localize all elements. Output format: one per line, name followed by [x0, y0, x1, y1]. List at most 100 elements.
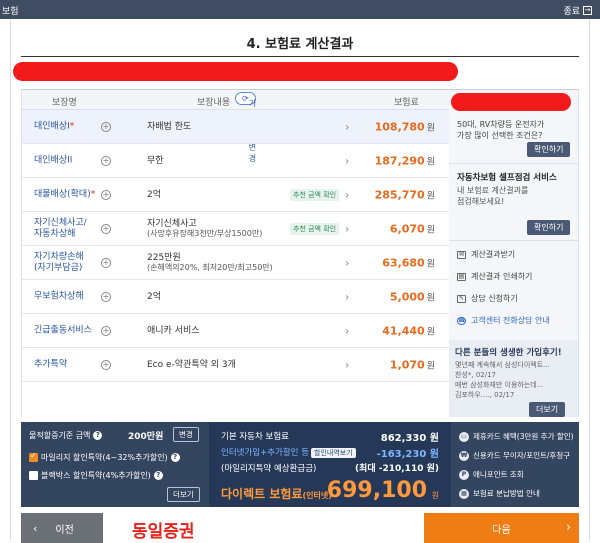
- discount-options: 물적할증기준 금액? 200만원 변경 마일리지 할인특약(4~32%추가할인)…: [21, 422, 209, 507]
- plus-circle-icon[interactable]: +: [101, 155, 111, 166]
- coverage-name: 자기신체사고/자동차상해: [34, 217, 87, 239]
- premium-amount: 1,070 원: [389, 358, 435, 371]
- coverage-detail: 자배법 한도: [147, 121, 192, 132]
- plus-circle-icon[interactable]: +: [101, 189, 111, 200]
- coverage-name: 추가특약: [34, 359, 68, 369]
- chevron-right-icon[interactable]: ›: [345, 120, 349, 133]
- confirm-self-check-button[interactable]: 확인하기: [527, 220, 571, 235]
- premium-breakdown: 기본 자동차 보험료 862,330 원 인터넷가입+추가할인 등 할인내역보기 …: [209, 422, 451, 507]
- coverage-name: 자기차량손해 (자기부담금): [34, 251, 84, 273]
- help-icon[interactable]: ?: [153, 471, 163, 480]
- chevron-right-icon[interactable]: ›: [345, 324, 349, 337]
- direct-premium-label: 다이렉트 보험료(인터넷): [221, 487, 332, 501]
- table-row[interactable]: 자기신체사고/자동차상해 + 자기신체사고 (사망후유장해3천만/부상1500만)…: [22, 212, 449, 246]
- mileage-change-button[interactable]: 변경: [173, 427, 199, 442]
- table-row[interactable]: 무보험차상해 + 2억 › 5,000 원: [22, 280, 449, 314]
- mileage-basis-label: 물적할증기준 금액?: [29, 430, 103, 441]
- coverage-name: 대물배상(확대)*: [34, 189, 96, 199]
- premium-amount: 6,070 원: [389, 222, 435, 235]
- help-icon[interactable]: ?: [170, 453, 180, 462]
- checkbox-checked[interactable]: [29, 451, 38, 462]
- coverage-table: 보장명 보장내용 ⟳ 가입금액 변경 보험료 대인배상I* + 자배법 한도 ›…: [21, 89, 449, 417]
- coverage-detail: Eco e-약관특약 외 3개: [147, 359, 236, 370]
- plus-circle-icon[interactable]: +: [101, 121, 111, 132]
- installment-icon: ▦: [459, 488, 469, 499]
- coverage-detail: 자기신체사고 (사망후유장해3천만/부상1500만): [147, 218, 263, 238]
- premium-summary: 물적할증기준 금액? 200만원 변경 마일리지 할인특약(4~32%추가할인)…: [21, 422, 579, 507]
- confirm-popular-button[interactable]: 확인하기: [527, 142, 571, 157]
- self-check-title: 자동차보험 셀프점검 서비스: [457, 173, 557, 183]
- chevron-left-icon: ‹: [33, 521, 38, 535]
- help-icon[interactable]: ?: [93, 431, 103, 440]
- direct-premium-unit: 원: [431, 491, 439, 500]
- credit-card-link[interactable]: ₩ 신용카드 무이자/포인트/후청구: [459, 450, 570, 461]
- title-divider: [21, 56, 579, 57]
- window-titlebar: 보험 종료 →: [0, 0, 600, 19]
- chevron-right-icon[interactable]: ›: [345, 188, 349, 201]
- installment-link[interactable]: ▦ 보험료 분납방법 안내: [459, 488, 540, 499]
- plus-circle-icon[interactable]: +: [101, 291, 111, 302]
- mileage-refund-value: (최대 -210,110 원): [354, 464, 439, 474]
- send-result-link[interactable]: ✉ 계산결과받기: [457, 249, 515, 260]
- base-premium-label: 기본 자동차 보험료: [221, 432, 289, 442]
- close-label: 종료: [563, 7, 580, 17]
- card-benefit-link[interactable]: ▭ 제휴카드 혜택(3만원 추가 할인): [459, 431, 574, 442]
- direct-premium-value: 699,100: [326, 478, 427, 503]
- base-premium-value: 862,330 원: [380, 433, 439, 444]
- self-check-text: 내 보험료 계산결과를 점검해보세요!: [457, 186, 529, 206]
- prev-label: 이전: [55, 524, 74, 536]
- plus-circle-icon[interactable]: +: [101, 223, 111, 234]
- mileage-basis-value: 200만원: [128, 432, 164, 442]
- header-name: 보장명: [52, 98, 77, 108]
- printer-icon: ▤: [457, 272, 466, 281]
- next-label: 다음: [492, 525, 511, 536]
- discount-detail-button[interactable]: 할인내역보기: [311, 448, 356, 458]
- plus-circle-icon[interactable]: +: [101, 325, 111, 336]
- coverage-detail: 무한: [147, 155, 164, 166]
- change-amount-button[interactable]: ⟳ 가입금액 변경: [235, 92, 256, 163]
- discount-value: -163,230 원: [376, 449, 439, 460]
- table-row[interactable]: 추가특약 + Eco e-약관특약 외 3개 › 1,070 원: [22, 348, 449, 382]
- recommend-amount-button[interactable]: 추천 금액 확인: [290, 222, 340, 235]
- table-row[interactable]: 대인배상II + 무한 › 187,290 원: [22, 144, 449, 178]
- table-row[interactable]: 대인배상I* + 자배법 한도 › 108,780 원: [22, 110, 449, 144]
- chevron-right-icon[interactable]: ›: [345, 256, 349, 269]
- chevron-right-icon[interactable]: ›: [345, 358, 349, 371]
- redaction-bar: [451, 93, 571, 111]
- print-result-link[interactable]: ▤ 계산결과 인쇄하기: [457, 271, 532, 282]
- side-panel: 50대, RV차량등 운전자가 가장 많이 선택한 조건은? 확인하기 자동차보험…: [449, 89, 579, 417]
- header-premium: 보험료: [394, 98, 419, 108]
- review-more-button[interactable]: 더보기: [529, 402, 566, 417]
- page-title: 4. 보험료 계산결과: [246, 37, 354, 52]
- mail-icon: ✉: [457, 250, 466, 259]
- point-icon: P: [459, 469, 469, 480]
- divider: [449, 240, 578, 241]
- mileage-discount-option[interactable]: 마일리지 할인특약(4~32%추가할인)?: [29, 451, 180, 463]
- table-row[interactable]: 긴급출동서비스 + 애니카 서비스 › 41,440 원: [22, 314, 449, 348]
- chevron-right-icon[interactable]: ›: [345, 222, 349, 235]
- prev-button[interactable]: ‹ 이전: [21, 513, 103, 543]
- edit-icon: ✎: [457, 294, 466, 303]
- blackbox-discount-option[interactable]: 블랙박스 할인특약(4%추가할인)?: [29, 470, 163, 481]
- table-row[interactable]: 대물배상(확대)* + 2억 추천 금액 확인 › 285,770 원: [22, 178, 449, 212]
- consult-request-link[interactable]: ✎ 상담 신청하기: [457, 293, 518, 304]
- close-button[interactable]: 종료 →: [563, 4, 592, 17]
- card-icon: ▭: [459, 431, 469, 442]
- anypoint-link[interactable]: P 애니포인트 조회: [459, 469, 524, 480]
- next-button[interactable]: 다음 ›: [424, 513, 579, 543]
- headset-icon: ☎: [457, 316, 466, 325]
- coverage-detail: 2억: [147, 189, 162, 200]
- coverage-detail: 225만원 (손해액의20%, 최저20만/최고50만): [147, 252, 273, 272]
- review-title: 다른 분들의 생생한 가입후기!: [455, 348, 562, 358]
- popular-condition-text: 50대, RV차량등 운전자가 가장 많이 선택한 조건은?: [457, 120, 545, 140]
- table-row[interactable]: 자기차량손해 (자기부담금) + 225만원 (손해액의20%, 최저20만/최고5…: [22, 246, 449, 280]
- brand-watermark: 동일증권: [132, 522, 195, 542]
- checkbox-unchecked[interactable]: [29, 471, 38, 480]
- call-center-link[interactable]: ☎ 고객센터 전화상담 안내: [457, 315, 550, 326]
- plus-circle-icon[interactable]: +: [101, 359, 111, 370]
- chevron-right-icon[interactable]: ›: [345, 154, 349, 167]
- plus-circle-icon[interactable]: +: [101, 257, 111, 268]
- chevron-right-icon[interactable]: ›: [345, 290, 349, 303]
- options-more-button[interactable]: 더보기: [167, 487, 200, 502]
- recommend-amount-button[interactable]: 추천 금액 확인: [290, 188, 340, 201]
